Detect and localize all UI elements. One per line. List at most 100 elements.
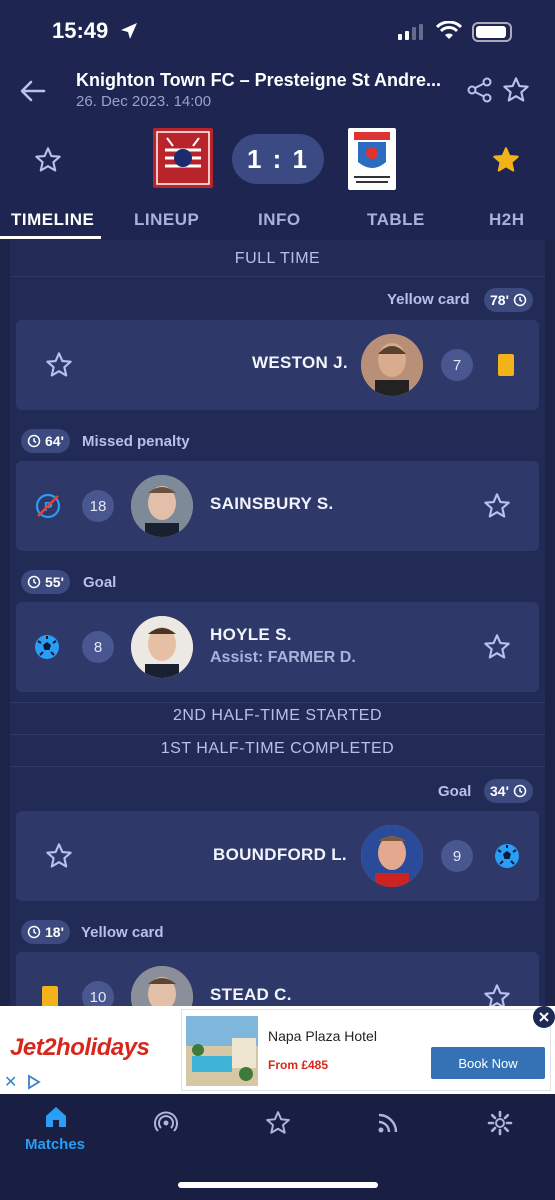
timeline-feed[interactable]: FULL TIME Yellow card 78' WESTON J. 7 64… — [10, 240, 545, 1006]
player-number: 18 — [82, 490, 114, 522]
scoreboard: 1 : 1 — [0, 118, 555, 200]
favorite-home-team-star-icon[interactable] — [34, 146, 62, 174]
divider — [10, 766, 545, 767]
nav-matches-label: Matches — [25, 1136, 86, 1153]
nav-matches[interactable]: Matches — [20, 1102, 92, 1162]
event-type-label: Goal — [438, 783, 472, 800]
favorite-away-team-star-icon[interactable] — [492, 146, 520, 174]
away-team-crest[interactable] — [348, 128, 396, 190]
event-card[interactable]: 8 HOYLE S. Assist: FARMER D. — [16, 602, 539, 692]
location-arrow-icon — [121, 23, 137, 39]
bottom-navigation: Matches — [0, 1094, 555, 1200]
favorite-player-star-icon[interactable] — [483, 633, 511, 661]
ad-banner[interactable]: Jet2holidays ✕ Napa Plaza Hotel From £48… — [0, 1006, 555, 1094]
battery-icon — [472, 22, 512, 42]
ad-choices-close-icon[interactable]: ✕ — [4, 1072, 17, 1092]
player-avatar[interactable] — [131, 475, 193, 537]
favorite-player-star-icon[interactable] — [45, 351, 73, 379]
tab-h2h[interactable]: H2H — [489, 210, 525, 230]
favorite-player-star-icon[interactable] — [45, 842, 73, 870]
home-icon — [46, 1107, 66, 1127]
nav-live-icon[interactable] — [153, 1110, 179, 1136]
player-avatar[interactable] — [131, 616, 193, 678]
wifi-icon — [436, 21, 462, 39]
match-datetime: 26. Dec 2023. 14:00 — [76, 93, 212, 110]
event-type-label: Yellow card — [387, 291, 470, 308]
ad-close-button[interactable] — [533, 1006, 555, 1028]
home-team-crest[interactable] — [153, 128, 213, 188]
status-time: 15:49 — [52, 18, 109, 43]
ad-brand-logo[interactable]: Jet2holidays — [10, 1034, 150, 1062]
player-avatar[interactable] — [131, 966, 193, 1006]
second-half-started-divider: 2ND HALF-TIME STARTED — [172, 707, 383, 724]
player-avatar[interactable] — [361, 825, 423, 887]
event-minute-badge: 64' — [21, 429, 70, 453]
event-card[interactable]: P 18 SAINSBURY S. — [16, 461, 539, 551]
divider — [10, 734, 545, 735]
favorite-player-star-icon[interactable] — [483, 983, 511, 1006]
player-name[interactable]: HOYLE S. — [210, 625, 292, 645]
soccer-ball-icon — [495, 844, 519, 868]
event-minute: 78' — [490, 292, 509, 308]
first-half-completed-divider: 1ST HALF-TIME COMPLETED — [160, 740, 395, 757]
tab-lineup[interactable]: LINEUP — [134, 210, 199, 230]
event-card[interactable]: WESTON J. 7 — [16, 320, 539, 410]
nav-settings-gear-icon[interactable] — [487, 1110, 513, 1136]
tab-info[interactable]: INFO — [258, 210, 301, 230]
player-name[interactable]: BOUNDFORD L. — [213, 845, 347, 865]
home-indicator — [178, 1182, 378, 1188]
clock-icon — [27, 575, 41, 589]
share-icon[interactable] — [466, 76, 494, 104]
book-now-button[interactable]: Book Now — [431, 1047, 545, 1079]
player-name[interactable]: STEAD C. — [210, 985, 292, 1005]
event-card[interactable]: 10 STEAD C. — [16, 952, 539, 1006]
match-title: Knighton Town FC – Presteigne St Andre..… — [76, 70, 442, 90]
favorite-player-star-icon[interactable] — [483, 492, 511, 520]
player-number: 8 — [82, 631, 114, 663]
player-avatar[interactable] — [361, 334, 423, 396]
clock-icon — [27, 925, 41, 939]
ad-hotel-card[interactable]: Napa Plaza Hotel From £485 Book Now — [181, 1009, 551, 1091]
yellow-card-icon — [498, 354, 514, 376]
event-type-label: Goal — [83, 574, 117, 591]
event-minute: 64' — [45, 433, 64, 449]
yellow-card-icon — [42, 986, 58, 1006]
missed-penalty-icon: P — [35, 493, 61, 519]
event-minute-badge: 34' — [484, 779, 533, 803]
event-type-label: Yellow card — [81, 924, 164, 941]
event-card[interactable]: BOUNDFORD L. 9 — [16, 811, 539, 901]
player-number: 7 — [441, 349, 473, 381]
match-header: Knighton Town FC – Presteigne St Andre..… — [0, 62, 555, 118]
clock-icon — [513, 784, 527, 798]
clock-icon — [513, 293, 527, 307]
event-minute-badge: 78' — [484, 288, 533, 312]
close-icon — [539, 1012, 549, 1022]
match-tabs: TIMELINE LINEUP INFO TABLE H2H — [0, 200, 555, 240]
tab-table[interactable]: TABLE — [367, 210, 425, 230]
clock-icon — [27, 434, 41, 448]
active-tab-indicator — [0, 236, 101, 239]
back-arrow-icon[interactable] — [18, 76, 48, 106]
player-number: 10 — [82, 981, 114, 1006]
match-score: 1 : 1 — [232, 134, 324, 184]
hotel-image — [186, 1016, 258, 1086]
favorite-match-star-icon[interactable] — [502, 76, 530, 104]
status-bar: 15:49 — [0, 0, 555, 62]
soccer-ball-icon — [35, 635, 59, 659]
assist-label: Assist: FARMER D. — [210, 649, 356, 666]
nav-favorites-star-icon[interactable] — [265, 1110, 291, 1136]
event-minute-badge: 18' — [21, 920, 70, 944]
player-name[interactable]: SAINSBURY S. — [210, 494, 334, 514]
ad-price: From £485 — [268, 1058, 329, 1072]
player-number: 9 — [441, 840, 473, 872]
tab-timeline[interactable]: TIMELINE — [11, 210, 94, 230]
event-minute: 18' — [45, 924, 64, 940]
divider — [10, 702, 545, 703]
player-name[interactable]: WESTON J. — [252, 353, 348, 373]
ad-hotel-name: Napa Plaza Hotel — [268, 1028, 377, 1044]
ad-choices-icon[interactable] — [26, 1074, 42, 1090]
nav-news-rss-icon[interactable] — [376, 1111, 400, 1135]
event-type-label: Missed penalty — [82, 433, 190, 450]
event-minute: 55' — [45, 574, 64, 590]
full-time-divider: FULL TIME — [234, 250, 321, 267]
